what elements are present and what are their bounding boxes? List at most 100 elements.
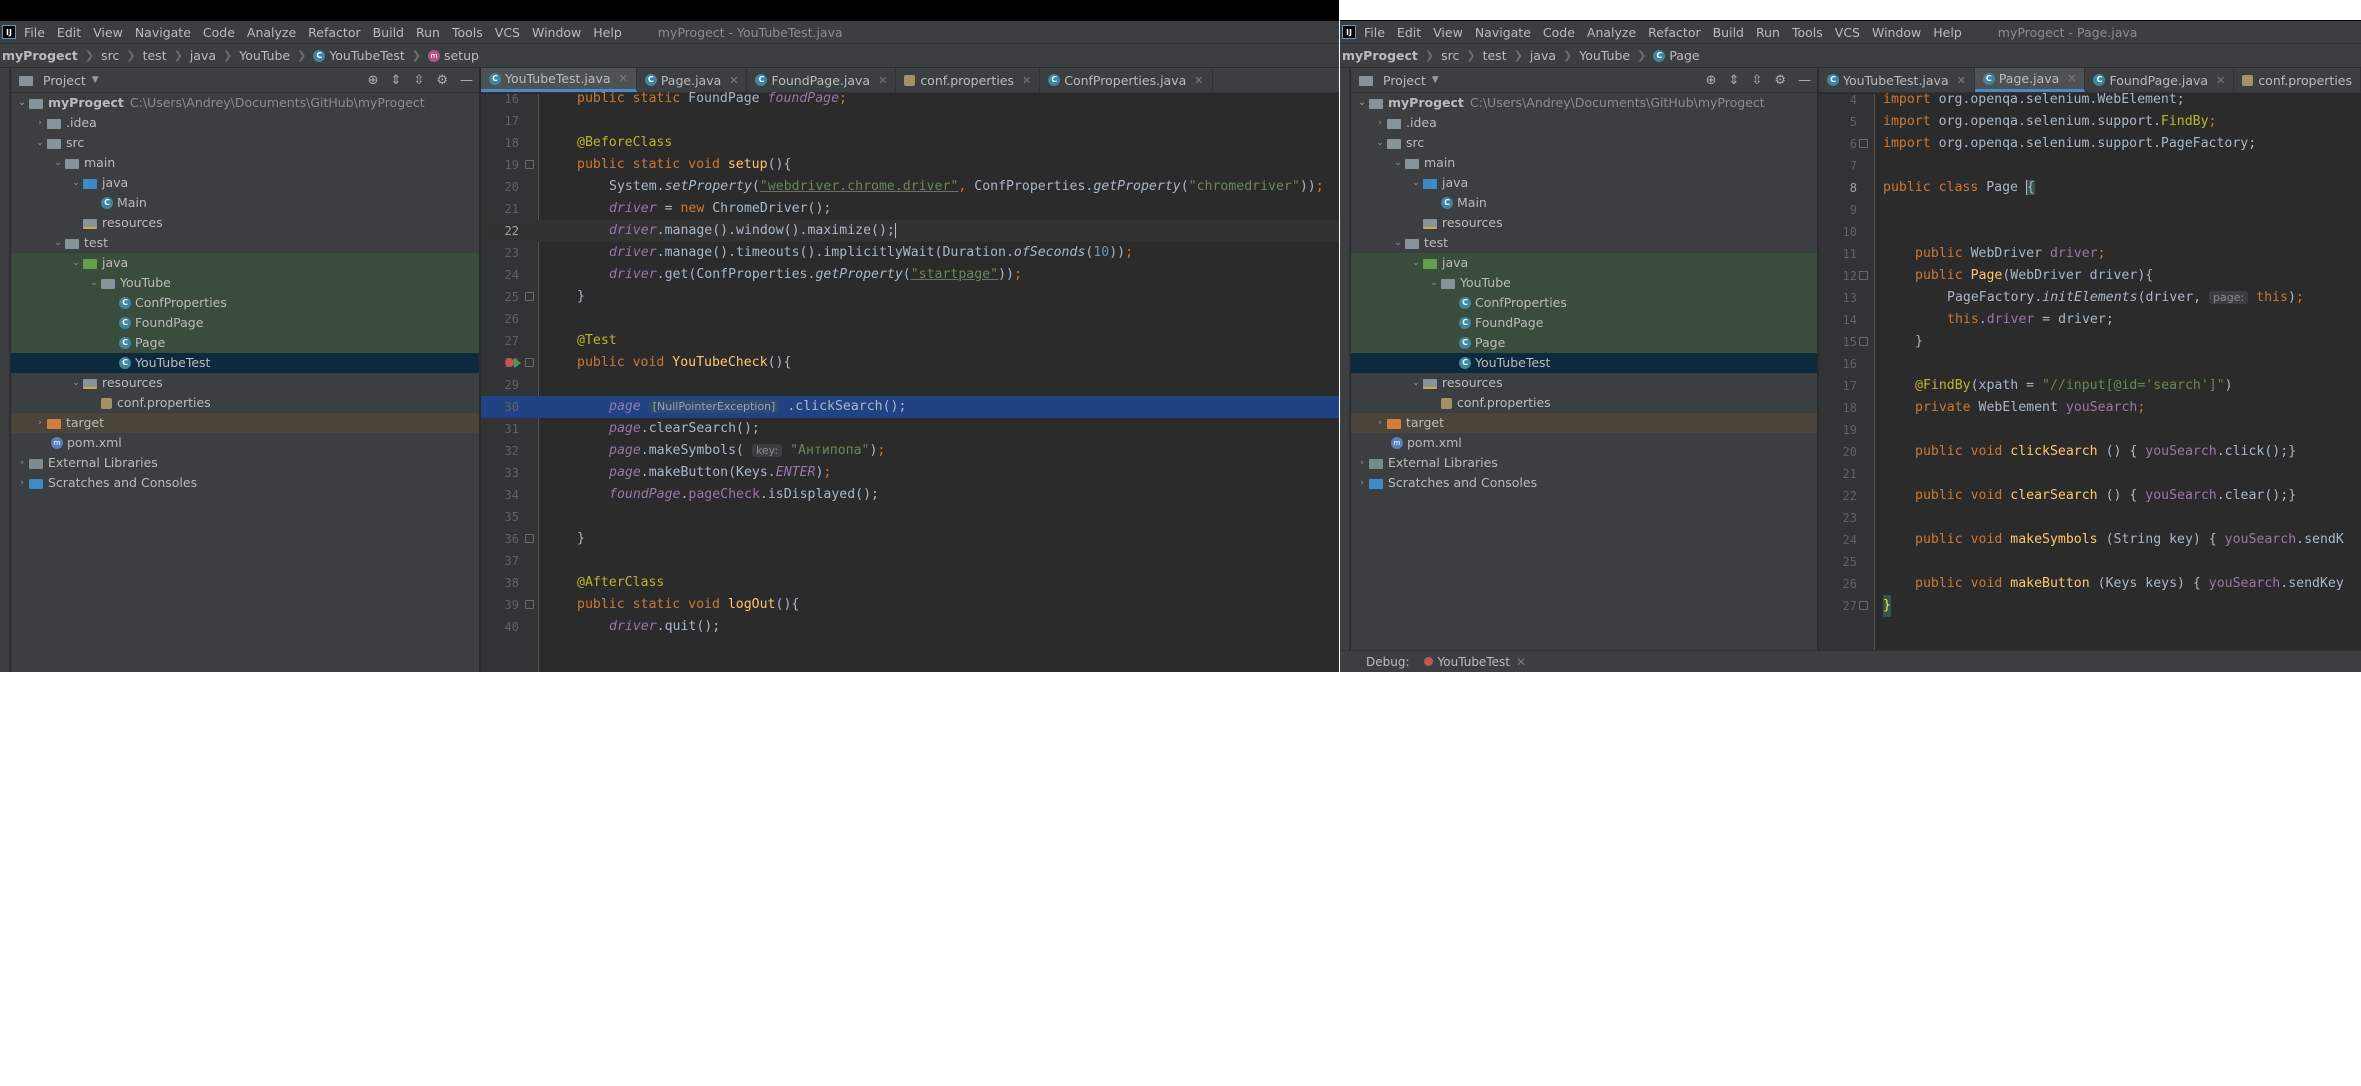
tree-node-pom[interactable]: m pom.xml	[1351, 433, 1817, 453]
menu-window[interactable]: Window	[532, 25, 581, 40]
close-icon[interactable]: ✕	[2216, 74, 2225, 87]
tree-node-youtubetest[interactable]: C YouTubeTest	[1351, 353, 1817, 373]
tree-node-root[interactable]: ⌄ myProgect C:\Users\Andrey\Documents\GitH…	[1351, 93, 1817, 113]
menu-vcs[interactable]: VCS	[1835, 25, 1860, 40]
tree-node-youtubetest[interactable]: C YouTubeTest	[11, 353, 479, 373]
expand-all-icon[interactable]: ⇕	[1729, 73, 1740, 88]
tree-node-main-class[interactable]: C Main	[1351, 193, 1817, 213]
crumb-src[interactable]: src	[101, 48, 119, 63]
close-icon[interactable]: ✕	[1516, 655, 1526, 669]
tree-node-main[interactable]: ⌄ main	[1351, 153, 1817, 173]
crumb-class[interactable]: C YouTubeTest	[313, 48, 405, 63]
tree-node-test-resources[interactable]: ⌄ resources	[1351, 373, 1817, 393]
close-icon[interactable]: ✕	[619, 72, 628, 85]
close-icon[interactable]: ✕	[1957, 74, 1966, 87]
expand-arrow-icon[interactable]: ⌄	[69, 253, 83, 273]
menu-refactor[interactable]: Refactor	[1648, 25, 1700, 40]
close-icon[interactable]: ✕	[1194, 74, 1203, 87]
fold-icon[interactable]	[1859, 271, 1868, 280]
collapsed-arrow-icon[interactable]: ›	[1373, 413, 1387, 433]
hide-icon[interactable]: —	[1798, 73, 1811, 88]
tree-node-idea[interactable]: › .idea	[1351, 113, 1817, 133]
collapsed-arrow-icon[interactable]: ›	[1355, 473, 1369, 493]
fold-icon[interactable]	[525, 600, 534, 609]
menu-window[interactable]: Window	[1872, 25, 1921, 40]
fold-icon[interactable]	[525, 534, 534, 543]
tree-node-pom[interactable]: m pom.xml	[11, 433, 479, 453]
tree-node-scratches[interactable]: › Scratches and Consoles	[1351, 473, 1817, 493]
expand-arrow-icon[interactable]: ⌄	[69, 173, 83, 193]
tree-node-youtube[interactable]: ⌄ YouTube	[1351, 273, 1817, 293]
menu-help[interactable]: Help	[1933, 25, 1962, 40]
expand-arrow-icon[interactable]: ⌄	[1409, 253, 1423, 273]
tree-node-main[interactable]: ⌄ main	[11, 153, 479, 173]
crumb-java[interactable]: java	[190, 48, 216, 63]
close-icon[interactable]: ✕	[1022, 74, 1031, 87]
project-panel-title[interactable]: Project	[1383, 73, 1426, 88]
fold-icon[interactable]	[1859, 337, 1868, 346]
crumb-java[interactable]: java	[1530, 48, 1556, 63]
menu-tools[interactable]: Tools	[452, 25, 483, 40]
collapse-all-icon[interactable]: ⇳	[413, 73, 424, 88]
crumb-project[interactable]: myProgect	[1342, 48, 1418, 63]
crumb-method[interactable]: m setup	[427, 48, 479, 63]
tree-node-foundpage[interactable]: C FoundPage	[1351, 313, 1817, 333]
tree-node-test[interactable]: ⌄ test	[11, 233, 479, 253]
expand-arrow-icon[interactable]: ⌄	[1409, 173, 1423, 193]
tree-node-main-java[interactable]: ⌄ java	[1351, 173, 1817, 193]
crumb-test[interactable]: test	[143, 48, 167, 63]
tree-node-test-java[interactable]: ⌄ java	[1351, 253, 1817, 273]
menu-run[interactable]: Run	[416, 25, 440, 40]
debug-tab-youtubetest[interactable]: YouTubeTest ✕	[1423, 655, 1526, 669]
tree-node-main-resources[interactable]: resources	[11, 213, 479, 233]
crumb-src[interactable]: src	[1441, 48, 1459, 63]
menu-analyze[interactable]: Analyze	[1587, 25, 1636, 40]
collapse-all-icon[interactable]: ⇳	[1751, 73, 1762, 88]
tree-node-external-libraries[interactable]: › External Libraries	[11, 453, 479, 473]
menu-file[interactable]: File	[1364, 25, 1385, 40]
breakpoint-icon[interactable]	[505, 358, 514, 367]
fold-icon[interactable]	[1859, 139, 1868, 148]
crumb-class[interactable]: C Page	[1653, 48, 1700, 63]
collapsed-arrow-icon[interactable]: ›	[15, 453, 29, 473]
menu-vcs[interactable]: VCS	[495, 25, 520, 40]
menu-navigate[interactable]: Navigate	[135, 25, 191, 40]
tree-node-page[interactable]: C Page	[1351, 333, 1817, 353]
tree-node-test[interactable]: ⌄ test	[1351, 233, 1817, 253]
collapsed-arrow-icon[interactable]: ›	[1355, 453, 1369, 473]
gear-icon[interactable]: ⚙	[1774, 73, 1786, 88]
tree-node-page[interactable]: C Page	[11, 333, 479, 353]
expand-arrow-icon[interactable]: ⌄	[87, 273, 101, 293]
tree-node-foundpage[interactable]: C FoundPage	[11, 313, 479, 333]
fold-icon[interactable]	[525, 292, 534, 301]
collapsed-arrow-icon[interactable]: ›	[33, 113, 47, 133]
expand-arrow-icon[interactable]: ⌄	[51, 233, 65, 253]
expand-arrow-icon[interactable]: ⌄	[1409, 373, 1423, 393]
expand-arrow-icon[interactable]: ⌄	[69, 373, 83, 393]
tree-node-conf-properties[interactable]: conf.properties	[1351, 393, 1817, 413]
menu-help[interactable]: Help	[593, 25, 622, 40]
dropdown-caret-icon[interactable]: ▼	[92, 75, 99, 85]
tree-node-src[interactable]: ⌄ src	[11, 133, 479, 153]
menu-file[interactable]: File	[24, 25, 45, 40]
tree-node-youtube[interactable]: ⌄ YouTube	[11, 273, 479, 293]
close-icon[interactable]: ✕	[2067, 72, 2076, 85]
tree-node-scratches[interactable]: › Scratches and Consoles	[11, 473, 479, 493]
crumb-youtube[interactable]: YouTube	[239, 48, 290, 63]
menu-edit[interactable]: Edit	[1397, 25, 1421, 40]
menu-edit[interactable]: Edit	[57, 25, 81, 40]
expand-arrow-icon[interactable]: ⌄	[1355, 93, 1369, 113]
collapsed-arrow-icon[interactable]: ›	[1373, 113, 1387, 133]
expand-all-icon[interactable]: ⇕	[391, 73, 402, 88]
expand-arrow-icon[interactable]: ⌄	[1373, 133, 1387, 153]
code-editor[interactable]: 4 import org.openqa.selenium.WebElement; …	[1819, 92, 2361, 650]
menu-tools[interactable]: Tools	[1792, 25, 1823, 40]
tree-node-test-resources[interactable]: ⌄ resources	[11, 373, 479, 393]
tree-node-confproperties[interactable]: C ConfProperties	[1351, 293, 1817, 313]
fold-icon[interactable]	[1859, 601, 1868, 610]
collapsed-arrow-icon[interactable]: ›	[33, 413, 47, 433]
project-panel-title[interactable]: Project	[43, 73, 86, 88]
hide-icon[interactable]: —	[460, 73, 473, 88]
tree-node-src[interactable]: ⌄ src	[1351, 133, 1817, 153]
menu-build[interactable]: Build	[373, 25, 404, 40]
